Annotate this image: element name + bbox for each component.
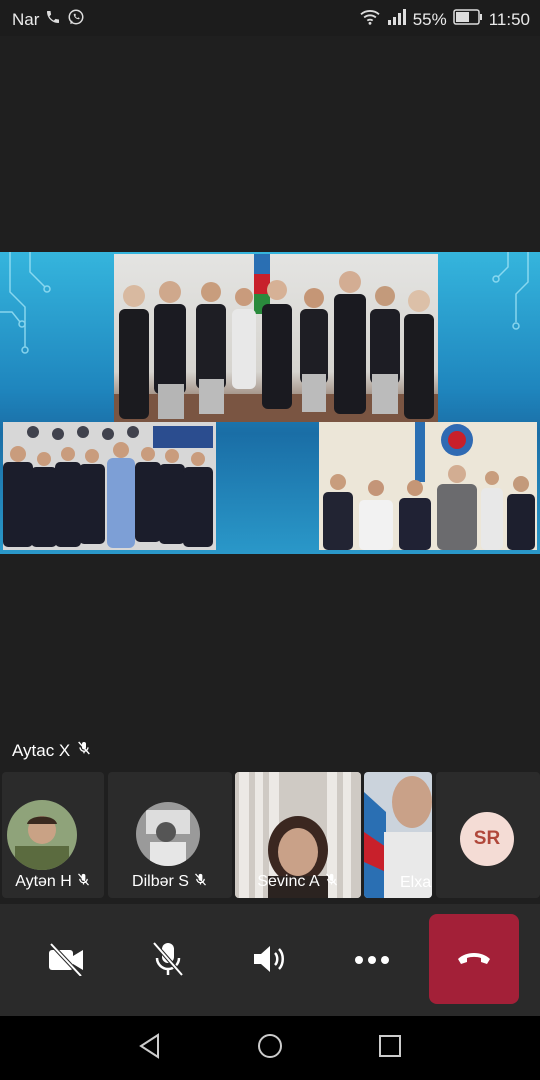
- carrier-name: Nar: [12, 9, 40, 29]
- participant-name: Sevinc A: [257, 873, 320, 890]
- wifi-icon: [359, 8, 381, 31]
- clock: 11:50: [488, 9, 530, 29]
- mic-off-icon: [324, 872, 339, 892]
- signal-icon: [387, 9, 407, 30]
- avatar: [136, 802, 200, 866]
- shared-screen: [0, 252, 540, 554]
- local-participant-label: Aytac X: [12, 740, 92, 761]
- home-icon: [257, 1033, 283, 1064]
- slide-photo-group-left: [3, 422, 216, 550]
- camera-toggle-button[interactable]: [38, 932, 94, 988]
- more-options-button[interactable]: [344, 932, 400, 988]
- local-participant-name: Aytac X: [12, 740, 71, 760]
- circuit-decoration-right: [492, 252, 529, 330]
- participant-label: Elxa: [400, 874, 432, 892]
- slide-photo-group-right: [319, 422, 537, 550]
- recents-icon: [378, 1034, 402, 1063]
- whatsapp-icon: [67, 8, 85, 31]
- participant-tile[interactable]: SR: [436, 772, 540, 898]
- participant-label: Sevinc A: [235, 872, 361, 892]
- participant-video-tile[interactable]: Elxa: [364, 772, 432, 898]
- recents-button[interactable]: [374, 1032, 406, 1064]
- participant-name: Elxa: [400, 874, 432, 891]
- participant-strip[interactable]: Aytən H Dilbər S Sevinc A Elxa SR: [0, 772, 540, 900]
- hang-up-button[interactable]: [429, 914, 519, 1004]
- participant-tile[interactable]: Aytən H: [2, 772, 104, 898]
- navigation-bar: [0, 1016, 540, 1080]
- slide-photo-group-top: [114, 254, 438, 422]
- speaker-button[interactable]: [242, 932, 298, 988]
- participant-label: Aytən H: [2, 872, 104, 892]
- participant-name: Aytən H: [15, 873, 72, 890]
- mic-off-icon: [76, 740, 92, 761]
- camera-off-icon: [47, 942, 85, 979]
- participant-tile[interactable]: Dilbər S: [108, 772, 232, 898]
- mic-off-icon: [193, 872, 208, 892]
- participant-name: Dilbər S: [132, 873, 189, 890]
- participant-video-tile[interactable]: Sevinc A: [235, 772, 361, 898]
- more-icon: [354, 953, 390, 968]
- hang-up-icon: [456, 949, 492, 970]
- battery-icon: [452, 9, 483, 30]
- speaker-icon: [251, 942, 289, 979]
- battery-percent: 55%: [412, 9, 447, 29]
- participant-label: Dilbər S: [108, 872, 232, 892]
- back-button[interactable]: [134, 1032, 166, 1064]
- home-button[interactable]: [254, 1032, 286, 1064]
- back-icon: [138, 1032, 162, 1064]
- status-bar: Nar 55% 11:50: [0, 0, 540, 36]
- microphone-toggle-button[interactable]: [140, 932, 196, 988]
- initials-avatar: SR: [460, 812, 514, 866]
- avatar: [7, 800, 77, 870]
- phone-icon: [45, 9, 61, 30]
- circuit-decoration-left: [0, 252, 51, 354]
- mic-off-icon: [76, 872, 91, 892]
- mic-off-icon: [151, 940, 185, 981]
- call-controls: [0, 904, 540, 1016]
